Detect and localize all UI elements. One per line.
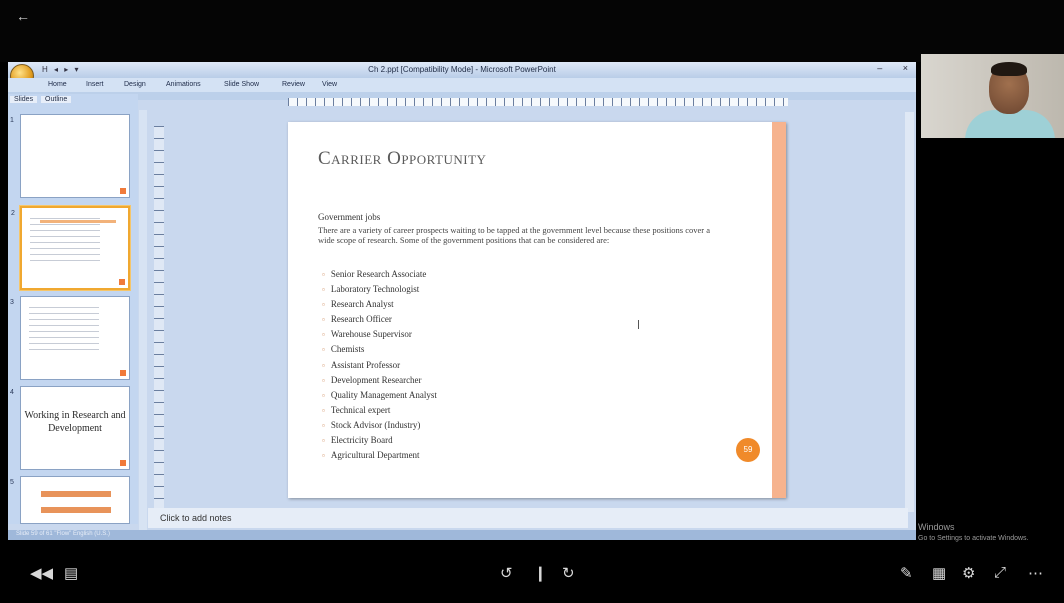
slide-thumbnail[interactable]: 4 Working in Research and Development bbox=[10, 386, 130, 470]
tab-home[interactable]: Home bbox=[48, 81, 67, 88]
slide-scrollbar[interactable] bbox=[905, 112, 914, 512]
thumbnail-bar bbox=[41, 491, 111, 497]
text-cursor bbox=[638, 320, 639, 329]
ribbon-tabs: Home Insert Design Animations Slide Show… bbox=[8, 78, 916, 92]
current-slide[interactable]: Carrier Opportunity Government jobs Ther… bbox=[288, 122, 786, 498]
thumbnail-number: 1 bbox=[10, 117, 14, 124]
list-item: Chemists bbox=[322, 342, 437, 357]
list-item: Technical expert bbox=[322, 403, 437, 418]
tab-insert[interactable]: Insert bbox=[86, 81, 104, 88]
previous-slide-icon[interactable]: ↺ bbox=[500, 564, 513, 582]
pause-icon[interactable]: ❙ bbox=[534, 564, 547, 582]
thumbnail-marker bbox=[119, 279, 125, 285]
notes-pane[interactable]: Click to add notes bbox=[148, 508, 908, 528]
thumbnail-text-lines bbox=[30, 218, 100, 266]
list-item: Agricultural Department bbox=[322, 448, 437, 463]
tab-review[interactable]: Review bbox=[282, 81, 305, 88]
list-item: Electricity Board bbox=[322, 433, 437, 448]
thumbnail-marker bbox=[120, 188, 126, 194]
list-item: Research Officer bbox=[322, 312, 437, 327]
activation-watermark: Windows Go to Settings to activate Windo… bbox=[918, 522, 1029, 544]
list-item: Warehouse Supervisor bbox=[322, 327, 437, 342]
tab-design[interactable]: Design bbox=[124, 81, 146, 88]
tab-slide-show[interactable]: Slide Show bbox=[224, 81, 259, 88]
slide-subtitle: Government jobs bbox=[318, 212, 381, 222]
slide-thumbnail[interactable]: 3 bbox=[10, 296, 130, 380]
notes-placeholder: Click to add notes bbox=[160, 513, 232, 523]
thumbnail-number: 4 bbox=[10, 389, 14, 396]
list-item: Research Analyst bbox=[322, 297, 437, 312]
list-item: Senior Research Associate bbox=[322, 267, 437, 282]
thumbnail-number: 5 bbox=[10, 479, 14, 486]
panel-tabs: Slides Outline bbox=[10, 96, 73, 103]
thumbnail-marker bbox=[120, 460, 126, 466]
more-icon[interactable]: ⋯ bbox=[1028, 564, 1043, 582]
fullscreen-icon[interactable]: ⤢ bbox=[994, 564, 1006, 581]
tab-outline[interactable]: Outline bbox=[41, 96, 72, 103]
settings-icon[interactable]: ⚙ bbox=[962, 564, 975, 582]
slide-thumbnail[interactable]: 1 bbox=[10, 114, 130, 198]
thumbnail-number: 2 bbox=[11, 210, 15, 217]
participant-shirt bbox=[965, 110, 1055, 138]
watermark-line2: Go to Settings to activate Windows. bbox=[918, 535, 1029, 542]
list-item: Assistant Professor bbox=[322, 358, 437, 373]
slide-paragraph: There are a variety of career prospects … bbox=[318, 225, 711, 245]
slides-panel: Slides Outline 1 2 3 4 Working in Resear… bbox=[8, 94, 138, 524]
player-controls: ◀◀ ▤ ↺ ❙ ↻ ✎ ▦ ⚙ ⤢ ⋯ bbox=[0, 548, 1064, 603]
viewer-top-bar: ← bbox=[0, 0, 1064, 62]
thumbnail-number: 3 bbox=[10, 299, 14, 306]
tab-slides[interactable]: Slides bbox=[10, 96, 38, 103]
rewind-icon[interactable]: ◀◀ bbox=[30, 564, 53, 582]
status-bar: Slide 59 of 61 "Flow" English (U.S.) bbox=[8, 530, 916, 540]
thumbnail-title: Working in Research and Development bbox=[24, 410, 126, 434]
pen-icon[interactable]: ✎ bbox=[900, 564, 913, 582]
slide-title: Carrier Opportunity bbox=[318, 148, 487, 169]
slide-thumbnail[interactable]: 5 bbox=[10, 476, 130, 524]
captions-icon[interactable]: ▤ bbox=[64, 564, 78, 582]
layout-icon[interactable]: ▦ bbox=[932, 564, 946, 582]
status-text: Slide 59 of 61 "Flow" English (U.S.) bbox=[16, 531, 110, 537]
thumbnail-text-lines bbox=[29, 307, 99, 355]
list-item: Stock Advisor (Industry) bbox=[322, 418, 437, 433]
vertical-ruler bbox=[154, 126, 164, 516]
window-controls[interactable]: – × bbox=[877, 63, 908, 73]
participant-hair bbox=[991, 62, 1027, 76]
list-item: Development Researcher bbox=[322, 373, 437, 388]
list-item: Laboratory Technologist bbox=[322, 282, 437, 297]
thumbnail-bar bbox=[41, 507, 111, 513]
window-titlebar: H ◂ ▸ ▾ Ch 2.ppt [Compatibility Mode] - … bbox=[8, 62, 916, 78]
thumbnail-marker bbox=[120, 370, 126, 376]
list-item: Quality Management Analyst bbox=[322, 388, 437, 403]
panel-scrollbar[interactable] bbox=[139, 110, 147, 530]
tab-animations[interactable]: Animations bbox=[166, 81, 201, 88]
tab-view[interactable]: View bbox=[322, 81, 337, 88]
shared-powerpoint-window: H ◂ ▸ ▾ Ch 2.ppt [Compatibility Mode] - … bbox=[8, 62, 916, 540]
meeting-viewer: ← H ◂ ▸ ▾ Ch 2.ppt [Compatibility Mode] … bbox=[0, 0, 1064, 603]
slide-thumbnail-selected[interactable]: 2 bbox=[11, 206, 130, 290]
slide-accent-edge bbox=[772, 122, 786, 498]
slide-bullet-list: Senior Research Associate Laboratory Tec… bbox=[322, 267, 437, 463]
slide-number-badge: 59 bbox=[736, 438, 760, 462]
window-title: Ch 2.ppt [Compatibility Mode] - Microsof… bbox=[368, 65, 556, 74]
horizontal-ruler bbox=[288, 98, 788, 106]
next-slide-icon[interactable]: ↻ bbox=[562, 564, 575, 582]
participant-video[interactable] bbox=[921, 54, 1064, 138]
arrow-left-icon[interactable]: ← bbox=[16, 8, 30, 24]
watermark-line1: Windows bbox=[918, 522, 955, 532]
